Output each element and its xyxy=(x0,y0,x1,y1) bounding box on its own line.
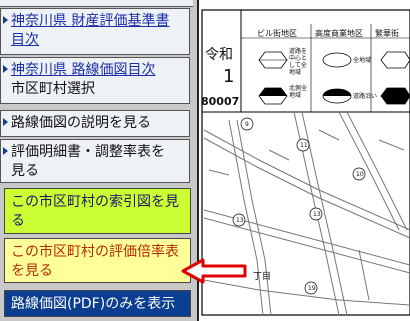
legend-center-note: 道路を中心として全地域 xyxy=(289,48,308,76)
block-number: 13 xyxy=(313,211,321,218)
era-label: 令和 xyxy=(205,47,233,63)
triangle-bullet-icon xyxy=(3,147,8,155)
legend-whole-area: 全地域 xyxy=(353,57,372,64)
nav-item-map-explanation[interactable]: 路線価図の説明を見る xyxy=(0,110,190,137)
map-sheet-code: 80007 xyxy=(201,95,240,108)
index-map-label: この市区町村の索引図を見る xyxy=(11,194,179,229)
legend-busy-street: 繁華街 xyxy=(375,29,399,38)
legend-along-road: 道路沿い xyxy=(353,93,378,100)
sidebar-nav: 神奈川県 財産評価基準書 目次 神奈川県 路線価図目次 市区町村選択 路線価図の… xyxy=(0,0,197,321)
block-number: 11 xyxy=(300,142,308,149)
block-number: 9 xyxy=(245,121,249,128)
nav-item-route-price-index[interactable]: 神奈川県 路線価図目次 市区町村選択 xyxy=(0,57,190,104)
legend-north-note: 北側全地域 xyxy=(289,85,308,99)
pdf-only-button[interactable]: 路線価図(PDF)のみを表示 xyxy=(4,290,191,317)
index-map-button[interactable]: この市区町村の索引図を見る xyxy=(4,188,191,234)
detail-sheets-label-line2[interactable]: 見る xyxy=(11,162,185,181)
nav-item-valuation-standards[interactable]: 神奈川県 財産評価基準書 目次 xyxy=(0,8,190,55)
triangle-bullet-icon xyxy=(3,65,8,73)
pdf-only-label: 路線価図(PDF)のみを表示 xyxy=(11,296,176,312)
map-explanation-label[interactable]: 路線価図の説明を見る xyxy=(11,114,185,133)
nav-top-strip xyxy=(0,0,193,7)
legend-building-district: ビル街地区 xyxy=(257,29,297,38)
legend-high-commercial: 高度商業地区 xyxy=(315,29,363,38)
detail-sheets-label[interactable]: 評価明細書・調整率表を xyxy=(11,143,185,162)
triangle-bullet-icon xyxy=(3,118,8,126)
red-arrow-icon xyxy=(181,258,247,284)
block-number: 13 xyxy=(236,217,244,224)
multiplier-table-label: この市区町村の評価倍率表を見る xyxy=(11,244,179,279)
multiplier-table-button[interactable]: この市区町村の評価倍率表を見る xyxy=(4,238,191,283)
municipality-select-label: 市区町村選択 xyxy=(11,81,95,97)
route-price-index-link[interactable]: 神奈川県 路線価図目次 xyxy=(11,61,185,80)
nav-item-detail-sheets[interactable]: 評価明細書・調整率表を 見る xyxy=(0,139,190,183)
year-number: 1 xyxy=(223,66,235,87)
chome-label: 丁目 xyxy=(253,272,272,282)
triangle-bullet-icon xyxy=(3,16,8,24)
block-number: 10 xyxy=(356,171,364,178)
valuation-standards-link-line2[interactable]: 目次 xyxy=(11,31,185,50)
block-number: 19 xyxy=(308,285,316,292)
valuation-standards-link[interactable]: 神奈川県 財産評価基準書 xyxy=(11,12,185,31)
